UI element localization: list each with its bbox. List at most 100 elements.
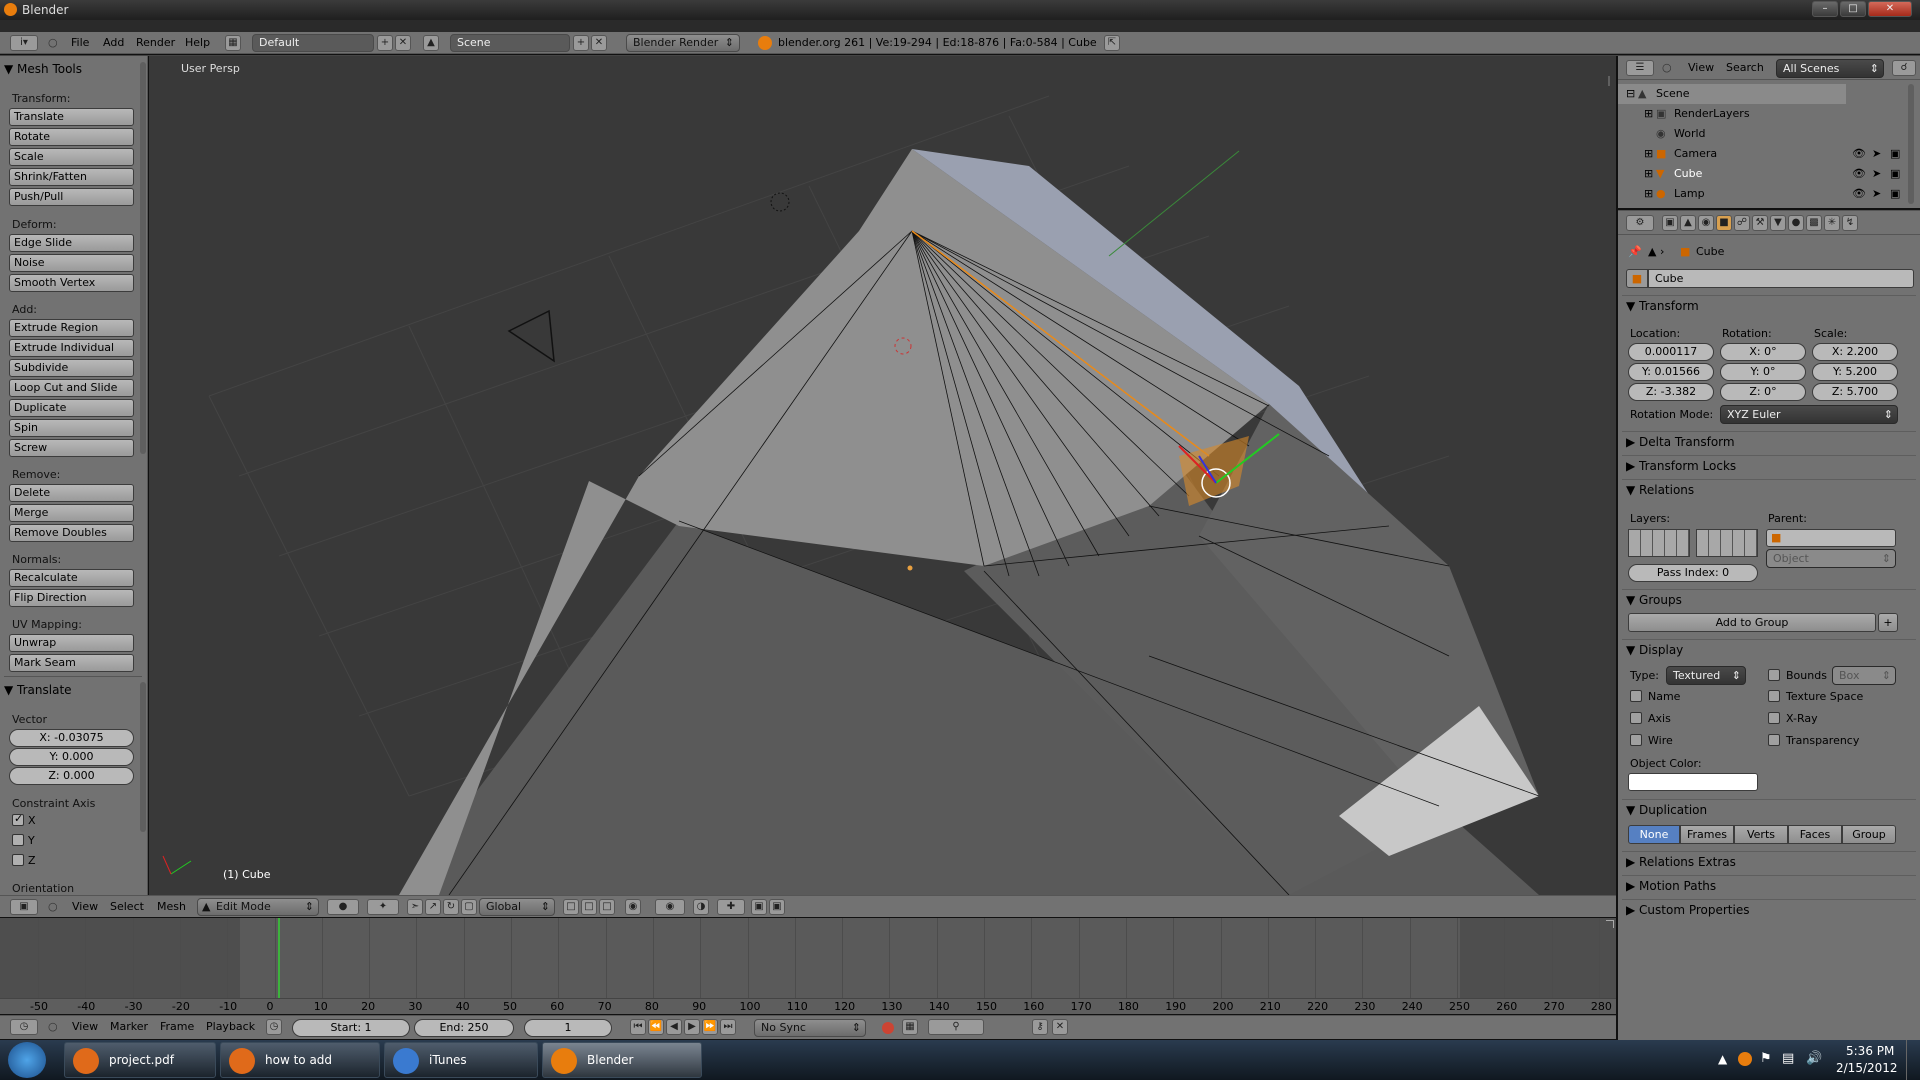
outliner-menu-search[interactable]: Search <box>1726 61 1764 74</box>
scale-z-field[interactable]: Z: 5.700 <box>1812 383 1898 401</box>
prev-keyframe-icon[interactable]: ⏪ <box>648 1019 664 1035</box>
play-icon[interactable]: ▶ <box>684 1019 700 1035</box>
parent-field[interactable]: ■ <box>1766 529 1896 547</box>
delete-button[interactable]: Delete <box>9 484 134 502</box>
editor-type-outliner-icon[interactable]: ☰ <box>1626 60 1654 76</box>
taskbar-item-blender[interactable]: Blender <box>542 1042 702 1078</box>
bounds-type-dropdown[interactable]: Box ⇕ <box>1832 666 1896 685</box>
wire-checkbox[interactable] <box>1630 734 1642 746</box>
duplication-group-button[interactable]: Group <box>1842 825 1896 844</box>
noise-button[interactable]: Noise <box>9 254 134 272</box>
vector-y-field[interactable]: Y: 0.000 <box>9 748 134 766</box>
object-name-field[interactable]: Cube <box>1648 269 1914 288</box>
lamp-object[interactable] <box>770 192 790 212</box>
add-scene-icon[interactable]: + <box>573 35 589 51</box>
expand-icon[interactable]: ⊞ <box>1644 187 1653 200</box>
outliner-scrollbar[interactable] <box>1908 84 1914 204</box>
duplication-frames-button[interactable]: Frames <box>1680 825 1734 844</box>
location-y-field[interactable]: Y: 0.01566 <box>1628 363 1714 381</box>
clock-date[interactable]: 2/15/2012 <box>1836 1061 1898 1075</box>
rotation-mode-dropdown[interactable]: XYZ Euler ⇕ <box>1720 405 1898 424</box>
editor-type-info-icon[interactable]: i▾ <box>10 35 38 51</box>
taskbar-item-itunes[interactable]: iTunes <box>384 1042 538 1078</box>
close-button[interactable]: ✕ <box>1868 1 1912 17</box>
texture-space-checkbox[interactable] <box>1768 690 1780 702</box>
material-tab-icon[interactable]: ● <box>1788 215 1804 231</box>
area-corner[interactable] <box>1606 920 1614 928</box>
flip-direction-button[interactable]: Flip Direction <box>9 589 134 607</box>
duplication-none-button[interactable]: None <box>1628 825 1680 844</box>
show-desktop-button[interactable] <box>1906 1040 1920 1080</box>
scale-button[interactable]: Scale <box>9 148 134 166</box>
location-x-field[interactable]: 0.000117 <box>1628 343 1714 361</box>
collapse-menus-icon[interactable]: ○ <box>48 1020 58 1033</box>
snap-element-icon[interactable]: ✚ <box>717 899 745 915</box>
display-type-dropdown[interactable]: Textured ⇕ <box>1666 666 1746 685</box>
show-hidden-icons[interactable]: ▲ <box>1718 1052 1727 1066</box>
remove-doubles-button[interactable]: Remove Doubles <box>9 524 134 542</box>
collapse-menus-icon[interactable]: ○ <box>48 900 58 913</box>
renderability-camera-icon[interactable]: ▣ <box>1890 167 1900 180</box>
screw-button[interactable]: Screw <box>9 439 134 457</box>
layer-1-icon[interactable]: □ <box>563 899 579 915</box>
collapse-menus-icon[interactable]: ○ <box>1662 61 1672 74</box>
mesh-data-tab-icon[interactable]: ▼ <box>1770 215 1786 231</box>
render-animation-icon[interactable]: ▣ <box>769 899 785 915</box>
start-button[interactable] <box>8 1042 46 1078</box>
editor-type-3d-icon[interactable]: ▣ <box>10 899 38 915</box>
editor-type-properties-icon[interactable]: ⚙ <box>1626 215 1654 231</box>
timeline-menu-frame[interactable]: Frame <box>160 1020 194 1033</box>
delta-transform-header[interactable]: ▶ Delta Transform <box>1626 435 1735 449</box>
axis-checkbox[interactable] <box>1630 712 1642 724</box>
keyframe-type-icon[interactable]: ▦ <box>902 1019 918 1035</box>
parent-type-dropdown[interactable]: Object ⇕ <box>1766 549 1896 568</box>
expand-icon[interactable]: ⊞ <box>1644 107 1653 120</box>
tray-app-icon[interactable] <box>1738 1052 1752 1066</box>
modifiers-tab-icon[interactable]: ⚒ <box>1752 215 1768 231</box>
constraint-z-checkbox[interactable] <box>12 854 24 866</box>
clock-time[interactable]: 5:36 PM <box>1846 1044 1894 1058</box>
translate-manip-icon[interactable]: ↗ <box>425 899 441 915</box>
pass-index-field[interactable]: Pass Index: 0 <box>1628 564 1758 582</box>
mark-seam-button[interactable]: Mark Seam <box>9 654 134 672</box>
render-opengl-icon[interactable]: ▣ <box>751 899 767 915</box>
toolshelf-scrollbar[interactable] <box>140 62 146 454</box>
editor-type-timeline-icon[interactable]: ◷ <box>10 1019 38 1035</box>
remove-scene-icon[interactable]: ✕ <box>591 35 607 51</box>
manipulator-toggle-icon[interactable]: ➣ <box>407 899 423 915</box>
relations-extras-header[interactable]: ▶ Relations Extras <box>1626 855 1736 869</box>
3d-viewport[interactable]: User Persp (1) Cube <box>149 56 1616 895</box>
screen-layout-field[interactable]: Default <box>252 34 374 52</box>
current-frame-field[interactable]: 1 <box>524 1019 612 1037</box>
menu-render[interactable]: Render <box>136 36 175 49</box>
outliner-row-scene[interactable]: ⊟ ▲ Scene <box>1618 84 1846 104</box>
rotate-button[interactable]: Rotate <box>9 128 134 146</box>
selectability-cursor-icon[interactable]: ➤ <box>1872 167 1881 180</box>
push-pull-button[interactable]: Push/Pull <box>9 188 134 206</box>
constraint-x-checkbox[interactable]: ✓ <box>12 812 24 826</box>
vector-z-field[interactable]: Z: 0.000 <box>9 767 134 785</box>
menu-select[interactable]: Select <box>110 900 144 913</box>
menu-mesh[interactable]: Mesh <box>157 900 186 913</box>
scene-tab-icon[interactable]: ▲ <box>1680 215 1696 231</box>
scale-manip-icon[interactable]: ▢ <box>461 899 477 915</box>
outliner-menu-view[interactable]: View <box>1688 61 1714 74</box>
outliner-filter-dropdown[interactable]: All Scenes ⇕ <box>1776 59 1884 78</box>
play-reverse-icon[interactable]: ◀ <box>666 1019 682 1035</box>
constraints-tab-icon[interactable]: ☍ <box>1734 215 1750 231</box>
layers-grid-left[interactable] <box>1628 529 1690 557</box>
duplication-header[interactable]: ▼ Duplication <box>1626 803 1707 817</box>
occlude-geometry-icon[interactable]: ◑ <box>693 899 709 915</box>
display-header[interactable]: ▼ Display <box>1626 643 1683 657</box>
volume-icon[interactable]: 🔊 <box>1806 1051 1822 1066</box>
bounds-checkbox[interactable] <box>1768 669 1780 681</box>
timeline-menu-marker[interactable]: Marker <box>110 1020 148 1033</box>
timeline-ruler[interactable]: -50 -40 -30 -20 -10 0 10 20 30 40 50 60 70 80 90 100 110… <box>0 998 1616 1014</box>
duplication-faces-button[interactable]: Faces <box>1788 825 1842 844</box>
outliner-row-camera[interactable]: ⊞ ■ Camera 👁 ➤ ▣ <box>1618 144 1920 164</box>
current-frame-indicator[interactable] <box>278 918 280 998</box>
sync-mode-dropdown[interactable]: No Sync ⇕ <box>754 1019 866 1037</box>
scene-icon[interactable]: ▲ <box>423 35 439 51</box>
extrude-individual-button[interactable]: Extrude Individual <box>9 339 134 357</box>
rotation-x-field[interactable]: X: 0° <box>1720 343 1806 361</box>
